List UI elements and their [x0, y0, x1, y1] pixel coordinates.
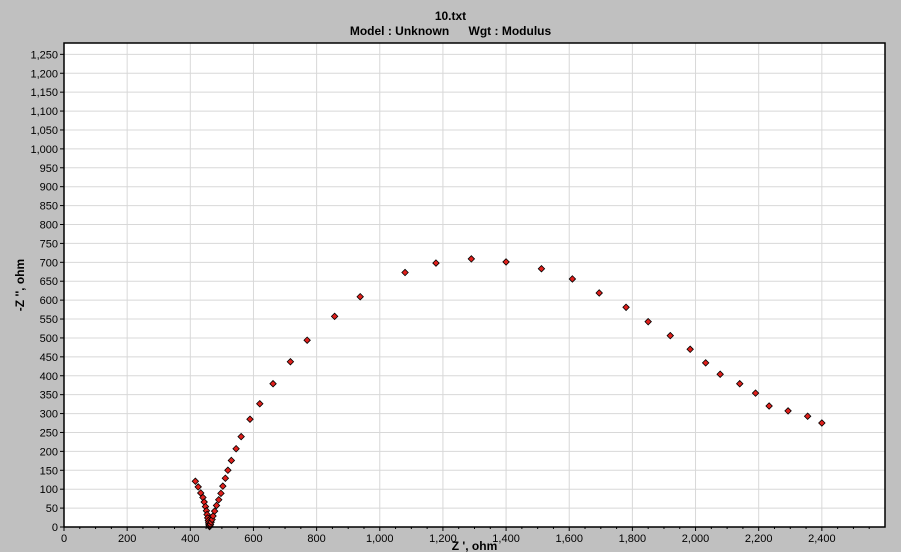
y-tick-label: 1,100: [30, 106, 58, 118]
x-tick-label: 200: [118, 533, 136, 545]
y-tick-label: 900: [40, 182, 58, 194]
x-tick-label: 2,200: [745, 533, 773, 545]
x-axis-title: Z ', ohm: [452, 539, 498, 552]
x-tick-label: 0: [61, 533, 67, 545]
x-tick-label: 800: [307, 533, 325, 545]
x-tick-label: 400: [181, 533, 199, 545]
x-tick-label: 1,800: [619, 533, 647, 545]
x-tick-label: 1,000: [366, 533, 394, 545]
y-tick-label: 1,200: [30, 68, 58, 80]
y-tick-label: 300: [40, 409, 58, 421]
nyquist-plot: 0 200 400 600 800 1,000 1,200 1,400 1,600 1,800 2,…: [13, 42, 886, 552]
y-tick-label: 1,000: [30, 144, 58, 156]
y-axis: 0 50 100 150 200 250 300 350 400 450 500 550 600 650 7…: [30, 49, 64, 534]
y-tick-label: 650: [40, 276, 58, 288]
y-tick-label: 450: [40, 352, 58, 364]
y-axis-title: -Z '', ohm: [13, 259, 27, 311]
y-tick-label: 50: [46, 503, 58, 515]
y-tick-label: 950: [40, 163, 58, 175]
y-tick-label: 750: [40, 238, 58, 250]
y-tick-label: 600: [40, 295, 58, 307]
y-tick-label: 700: [40, 257, 58, 269]
y-tick-label: 550: [40, 314, 58, 326]
y-tick-label: 500: [40, 333, 58, 345]
y-tick-label: 1,150: [30, 87, 58, 99]
y-tick-label: 150: [40, 465, 58, 477]
x-tick-label: 2,000: [682, 533, 710, 545]
y-tick-label: 200: [40, 446, 58, 458]
y-tick-label: 250: [40, 427, 58, 439]
y-tick-label: 1,250: [30, 49, 58, 61]
x-tick-label: 2,400: [808, 533, 836, 545]
y-tick-label: 100: [40, 484, 58, 496]
x-tick-label: 1,600: [555, 533, 583, 545]
y-tick-label: 350: [40, 390, 58, 402]
y-tick-label: 400: [40, 371, 58, 383]
plot-area: [64, 43, 885, 527]
x-tick-label: 600: [244, 533, 262, 545]
y-tick-label: 0: [52, 522, 58, 534]
y-tick-label: 1,050: [30, 125, 58, 137]
y-tick-label: 850: [40, 201, 58, 213]
y-tick-label: 800: [40, 220, 58, 232]
